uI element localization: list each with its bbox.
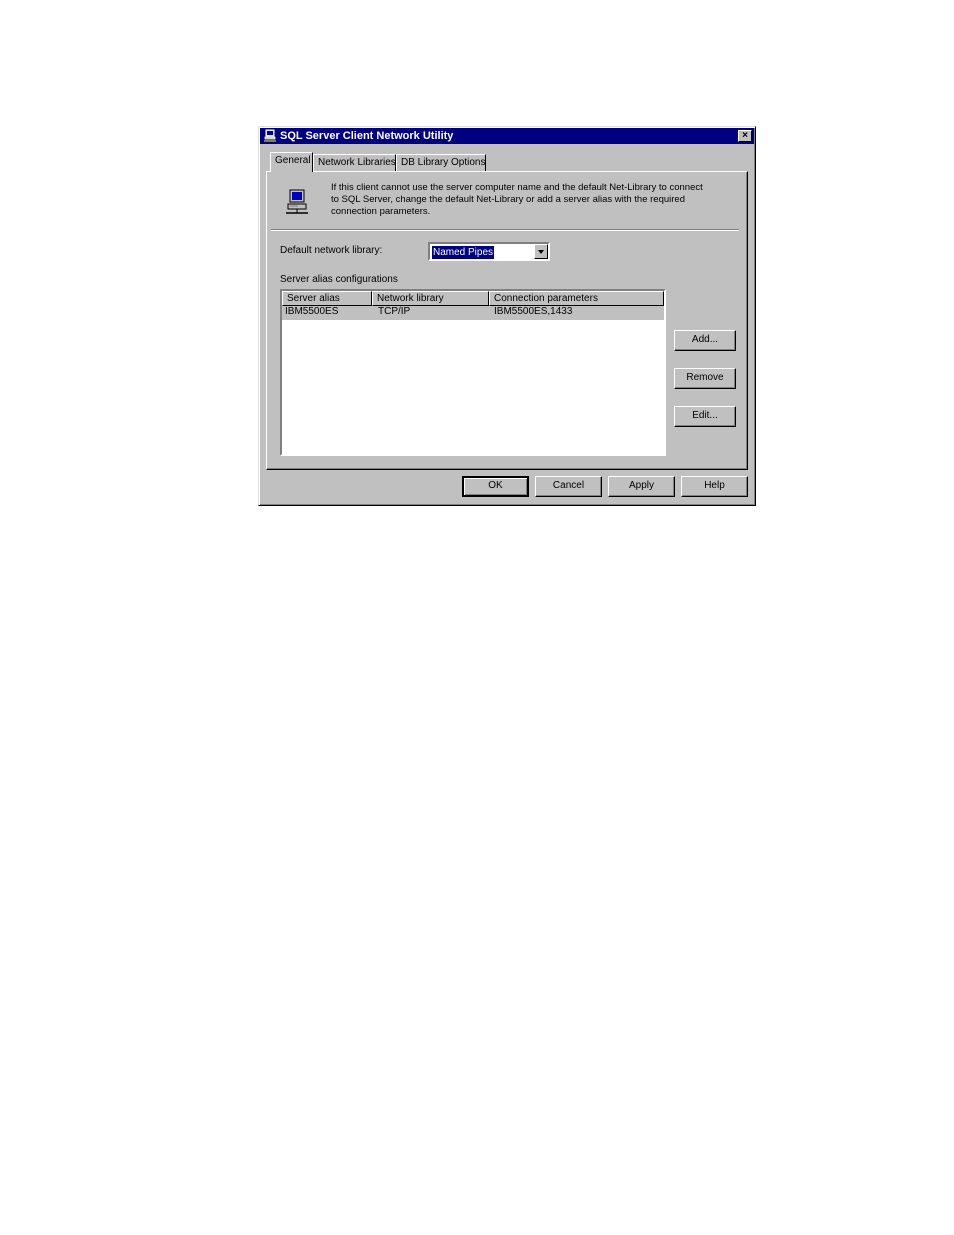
chevron-down-icon[interactable] [534,244,548,259]
close-icon[interactable]: × [738,130,752,142]
info-line: connection parameters. [331,206,431,217]
server-alias-list[interactable]: Server alias Network library Connection … [280,289,666,456]
cell-connection-parameters: IBM5500ES,1433 [494,306,573,317]
add-button[interactable]: Add... [674,330,736,351]
default-library-label: Default network library: [280,245,383,256]
cell-network-library: TCP/IP [378,306,411,317]
window-title: SQL Server Client Network Utility [280,130,454,142]
info-line: If this client cannot use the server com… [331,182,703,193]
network-computer-icon [284,188,310,216]
separator-highlight [271,230,739,231]
table-row[interactable]: IBM5500ES TCP/IP IBM5500ES,1433 [282,306,664,320]
title-bar[interactable]: SQL Server Client Network Utility × [260,128,754,144]
help-button[interactable]: Help [681,476,748,497]
info-line: to SQL Server, change the default Net-Li… [331,194,685,205]
column-connection-parameters[interactable]: Connection parameters [489,291,664,306]
edit-button[interactable]: Edit... [674,406,736,427]
default-library-select[interactable]: Named Pipes [428,242,550,261]
column-server-alias[interactable]: Server alias [282,291,372,306]
info-message: If this client cannot use the server com… [331,182,731,218]
tab-general[interactable]: General [270,152,313,172]
ok-button[interactable]: OK [462,476,529,497]
network-utility-icon [263,129,277,143]
cell-server-alias: IBM5500ES [285,306,339,317]
tab-network-libraries[interactable]: Network Libraries [313,154,396,171]
column-network-library[interactable]: Network library [372,291,489,306]
apply-button[interactable]: Apply [608,476,675,497]
tab-db-library-options[interactable]: DB Library Options [396,154,486,171]
alias-section-label: Server alias configurations [280,274,398,285]
list-header: Server alias Network library Connection … [282,291,664,306]
cancel-button[interactable]: Cancel [535,476,602,497]
remove-button[interactable]: Remove [674,368,736,389]
default-library-value: Named Pipes [432,246,495,259]
